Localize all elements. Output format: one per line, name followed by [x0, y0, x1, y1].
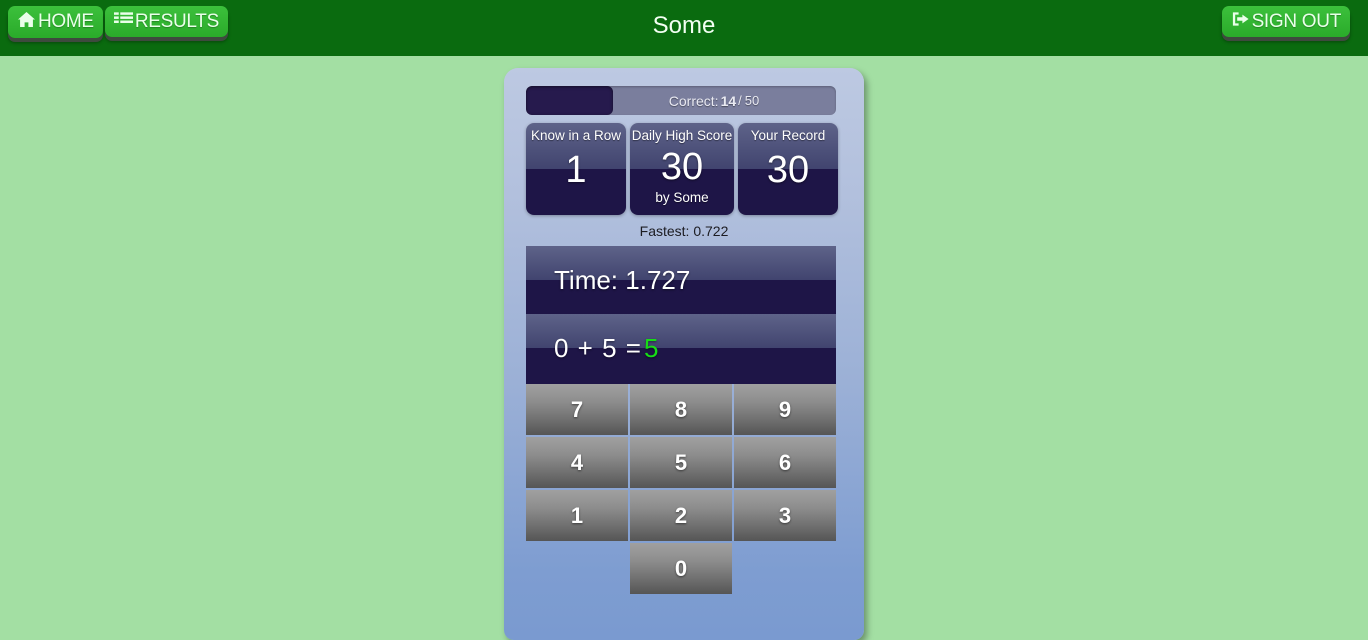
- navbar-right-group: SIGN OUT: [1221, 6, 1350, 37]
- keypad-zero-row: 0: [526, 543, 836, 596]
- navbar-left-group: HOME RESULTS: [8, 6, 228, 38]
- score-box-daily-high-score: Daily High Score 30 by Some: [630, 123, 734, 215]
- page-body: Correct: 14 / 50 Know in a Row 1 Daily H…: [0, 56, 1368, 640]
- progress-separator: /: [738, 93, 742, 108]
- sign-out-icon: [1231, 11, 1250, 31]
- list-icon: [113, 11, 133, 31]
- equation-answer: 5: [643, 332, 660, 363]
- home-button[interactable]: HOME: [8, 6, 103, 38]
- score-box-title: Your Record: [750, 128, 826, 143]
- key-0[interactable]: 0: [630, 543, 732, 594]
- score-box-title: Daily High Score: [631, 128, 733, 143]
- key-4[interactable]: 4: [526, 437, 628, 488]
- score-box-title: Know in a Row: [530, 128, 622, 143]
- key-5[interactable]: 5: [630, 437, 732, 488]
- key-9[interactable]: 9: [734, 384, 836, 435]
- key-1[interactable]: 1: [526, 490, 628, 541]
- number-keypad: 7 8 9 4 5 6 1 2 3 0: [526, 382, 836, 596]
- score-box-subtitle: by Some: [655, 189, 709, 205]
- key-7[interactable]: 7: [526, 384, 628, 435]
- equation-panel: 0 + 5 = 5: [526, 314, 836, 382]
- results-button[interactable]: RESULTS: [104, 6, 228, 37]
- key-3[interactable]: 3: [734, 490, 836, 541]
- timer-panel: Time: 1.727: [526, 246, 836, 314]
- timer-label: Time: 1.727: [554, 264, 691, 295]
- progress-correct-count: 14: [720, 92, 737, 109]
- fastest-time-label: Fastest: 0.722: [639, 223, 729, 239]
- progress-bar: Correct: 14 / 50: [526, 86, 836, 115]
- sign-out-button-label: SIGN OUT: [1251, 10, 1342, 32]
- key-8[interactable]: 8: [630, 384, 732, 435]
- score-box-your-record: Your Record 30: [738, 123, 838, 215]
- key-2[interactable]: 2: [630, 490, 732, 541]
- sign-out-button[interactable]: SIGN OUT: [1221, 6, 1350, 37]
- progress-total-count: 50: [744, 93, 760, 108]
- top-navbar: HOME RESULTS Some SIGN OUT: [0, 0, 1368, 56]
- score-box-row: Know in a Row 1 Daily High Score 30 by S…: [526, 123, 842, 215]
- home-icon: [17, 11, 36, 32]
- equation-expression: 0 + 5 =: [554, 332, 642, 363]
- key-6[interactable]: 6: [734, 437, 836, 488]
- score-box-value: 1: [565, 148, 587, 191]
- results-button-label: RESULTS: [134, 10, 219, 32]
- progress-bar-label: Correct: 14 / 50: [526, 86, 836, 115]
- game-card: Correct: 14 / 50 Know in a Row 1 Daily H…: [504, 68, 864, 640]
- score-box-value: 30: [766, 148, 810, 191]
- score-box-know-in-a-row: Know in a Row 1: [526, 123, 626, 215]
- progress-label-prefix: Correct:: [668, 92, 719, 109]
- score-box-value: 30: [660, 145, 704, 188]
- home-button-label: HOME: [38, 11, 94, 32]
